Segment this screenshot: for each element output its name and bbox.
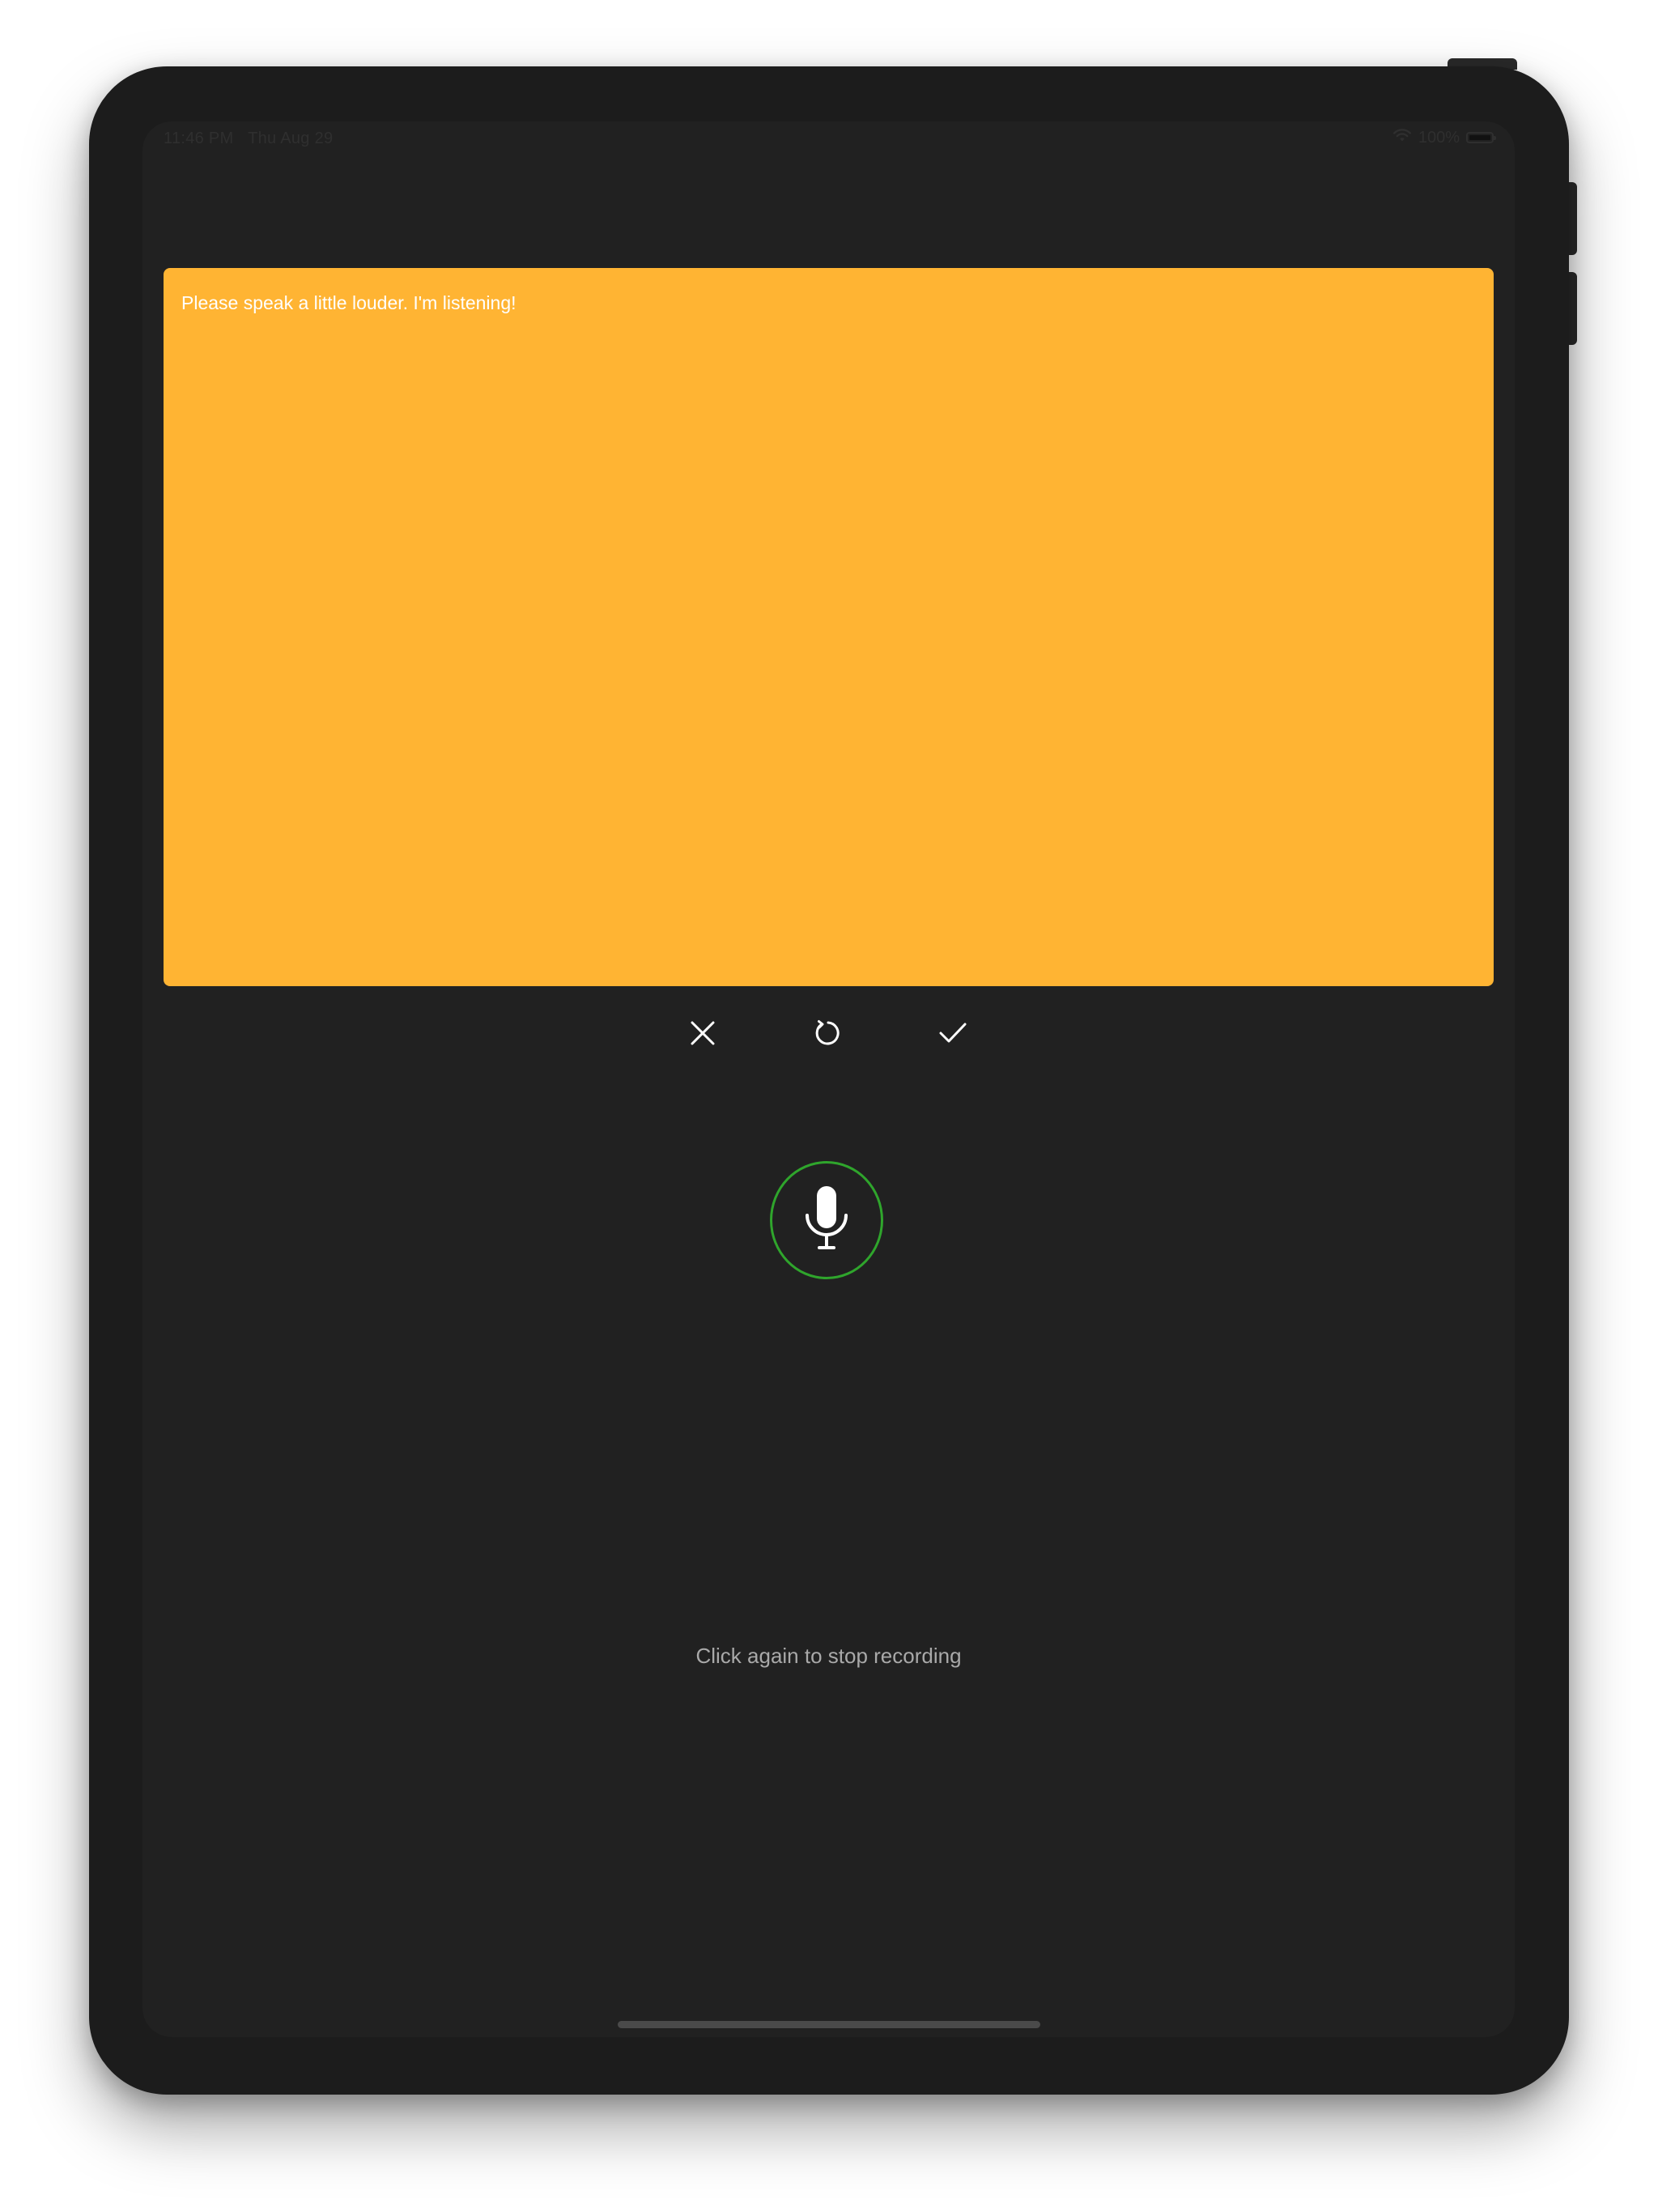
- status-time-date: 11:46 PM Thu Aug 29: [164, 130, 333, 148]
- checkmark-icon: [938, 1022, 967, 1049]
- transcript-panel: Please speak a little louder. I'm listen…: [164, 268, 1494, 986]
- record-button[interactable]: [770, 1161, 883, 1279]
- status-bar: 11:46 PM Thu Aug 29 100%: [142, 121, 1515, 157]
- status-indicators: 100%: [1392, 128, 1496, 147]
- battery-icon: [1466, 132, 1496, 143]
- recording-hint: Click again to stop recording: [695, 1644, 962, 1668]
- app-screen: 11:46 PM Thu Aug 29 100% Please speak a …: [142, 121, 1515, 2037]
- microphone-icon: [802, 1185, 851, 1257]
- wifi-icon: [1392, 128, 1412, 147]
- page: 11:46 PM Thu Aug 29 100% Please speak a …: [0, 0, 1658, 2212]
- status-date: Thu Aug 29: [248, 130, 334, 147]
- home-indicator[interactable]: [618, 2021, 1040, 2028]
- action-row: [142, 1006, 1515, 1064]
- confirm-button[interactable]: [924, 1006, 982, 1064]
- close-icon: [690, 1020, 716, 1050]
- refresh-icon: [814, 1019, 843, 1052]
- transcript-text: Please speak a little louder. I'm listen…: [181, 292, 517, 313]
- battery-percent: 100%: [1418, 128, 1460, 147]
- retry-button[interactable]: [799, 1006, 857, 1064]
- cancel-button[interactable]: [674, 1006, 732, 1064]
- status-time: 11:46 PM: [164, 130, 234, 147]
